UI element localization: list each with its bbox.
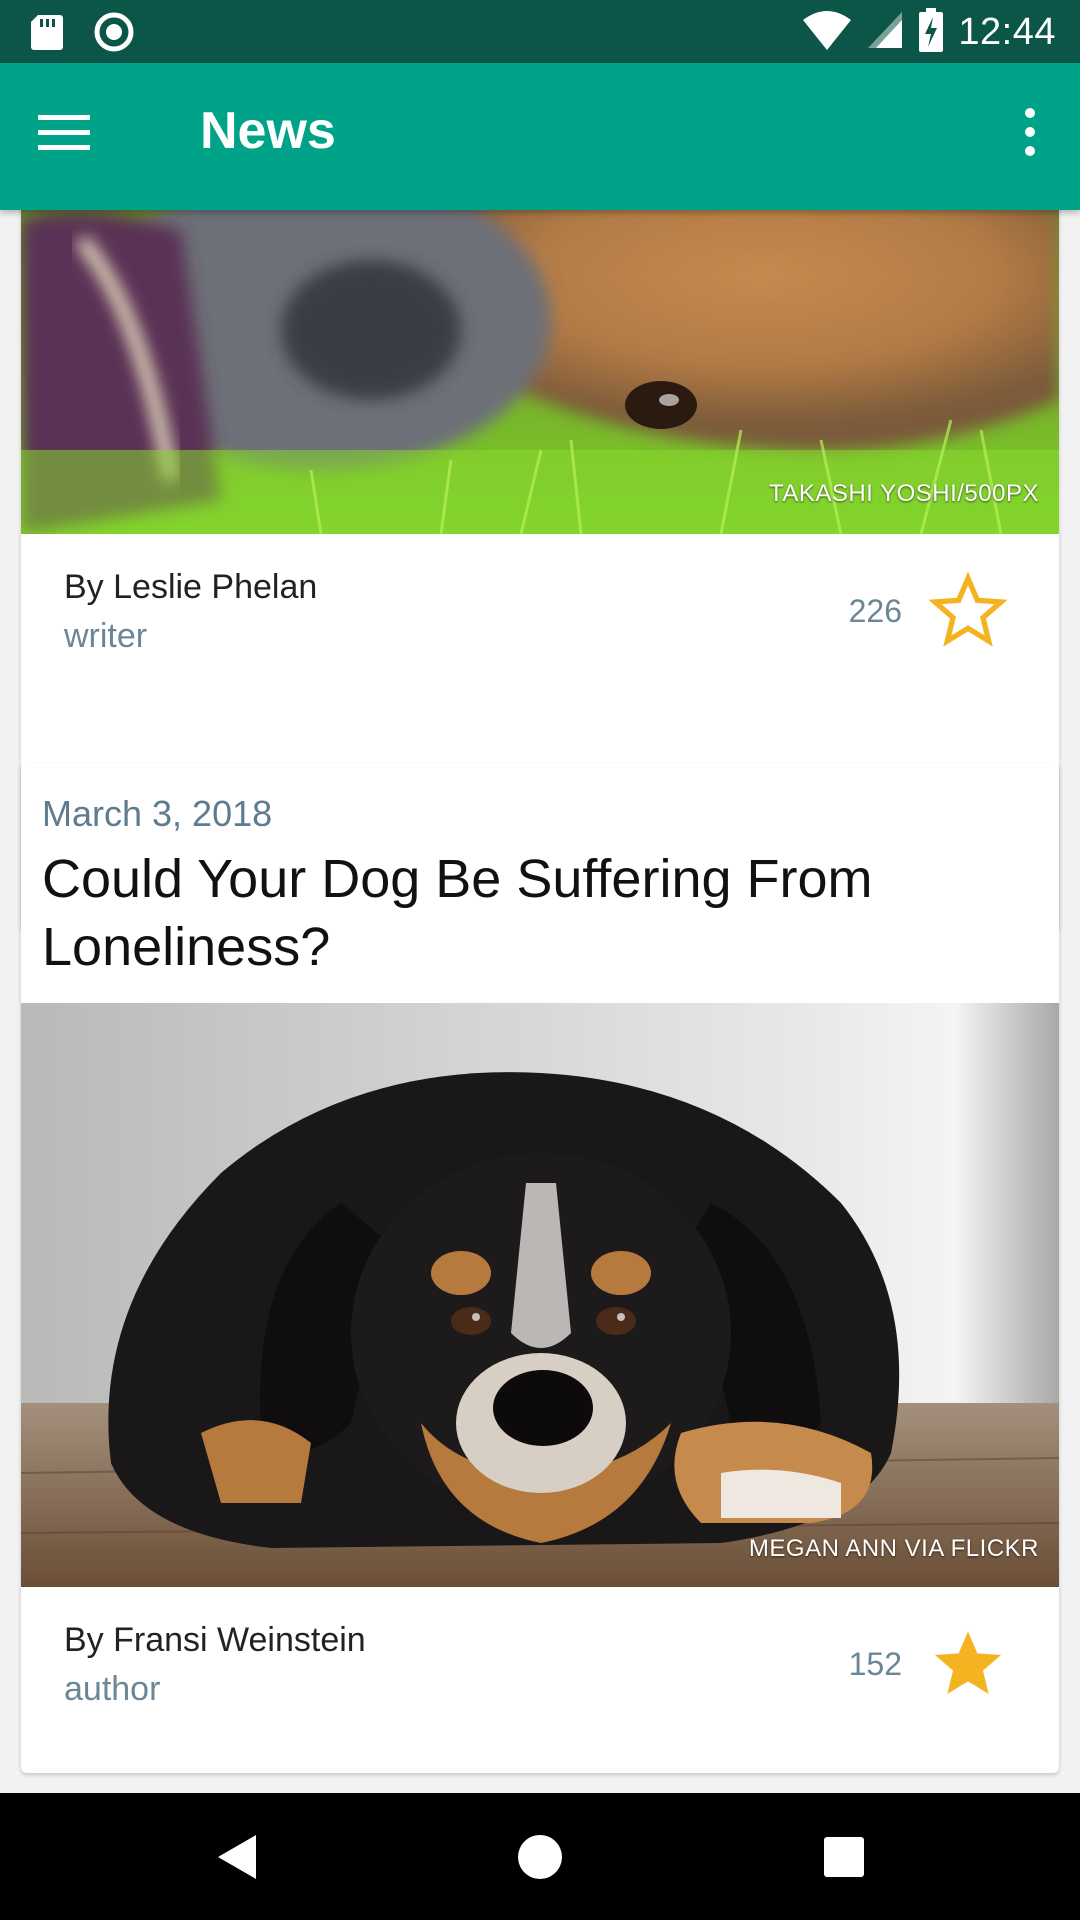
sync-circle-icon — [94, 12, 134, 57]
article-date: March 3, 2018 — [42, 793, 273, 834]
recents-square-icon — [824, 1837, 864, 1877]
byline: By Fransi Weinstein author — [64, 1621, 366, 1709]
menu-button[interactable] — [38, 103, 108, 163]
favorite-button[interactable] — [927, 1623, 1009, 1703]
author-role: writer — [64, 617, 148, 655]
back-button[interactable] — [210, 1827, 270, 1887]
star-filled-icon — [935, 1631, 1001, 1694]
system-nav-bar — [0, 1793, 1080, 1920]
sd-card-icon — [30, 13, 64, 56]
overflow-menu-button[interactable] — [1010, 103, 1050, 173]
author-role: author — [64, 1670, 161, 1708]
news-feed[interactable]: TAKASHI YOSHI/500PX By Leslie Phelan wri… — [0, 210, 1080, 1793]
page-title: News — [200, 102, 336, 160]
byline: By Leslie Phelan writer — [64, 568, 317, 656]
photo-credit: MEGAN ANN VIA FLICKR — [748, 1535, 1039, 1562]
home-button[interactable] — [510, 1827, 570, 1887]
menu-icon — [38, 115, 90, 150]
favorite-count: 152 — [848, 1646, 902, 1682]
app-bar: News — [0, 63, 1080, 210]
cell-signal-icon — [866, 10, 904, 55]
star-outline-icon — [928, 571, 1008, 647]
back-triangle-icon — [218, 1835, 256, 1879]
battery-charging-icon — [918, 8, 944, 57]
article-title[interactable]: Could Your Dog Be Suffering From Lonelin… — [42, 845, 1042, 981]
status-bar: 12:44 — [0, 0, 1080, 63]
favorite-button[interactable] — [927, 570, 1009, 650]
more-vert-icon — [1025, 108, 1035, 156]
photo-credit: TAKASHI YOSHI/500PX — [768, 480, 1039, 507]
favorite-count: 226 — [848, 593, 902, 629]
article-photo: TAKASHI YOSHI/500PX — [21, 210, 1059, 534]
recents-button[interactable] — [814, 1827, 874, 1887]
status-time: 12:44 — [958, 11, 1056, 53]
author-name: By Leslie Phelan — [64, 568, 318, 606]
author-name: By Fransi Weinstein — [64, 1621, 366, 1659]
article-photo: MEGAN ANN VIA FLICKR — [21, 1003, 1059, 1587]
article-card[interactable]: March 3, 2018 Could Your Dog Be Sufferin… — [21, 763, 1059, 1773]
wifi-icon — [802, 10, 852, 55]
home-circle-icon — [518, 1835, 562, 1879]
